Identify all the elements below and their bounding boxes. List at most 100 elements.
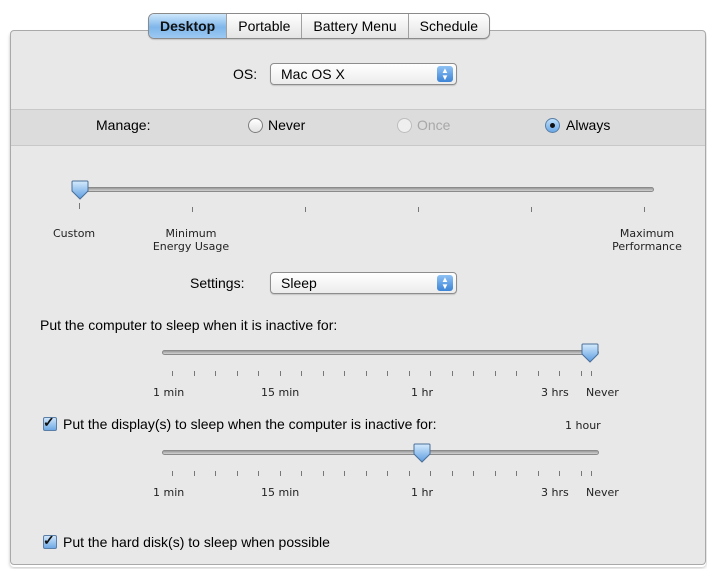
- slider-tick: [237, 371, 238, 376]
- slider-tick: [194, 471, 195, 476]
- radio-never[interactable]: [248, 118, 263, 133]
- radio-once: [397, 118, 412, 133]
- slider-label-minimum: Minimum Energy Usage: [139, 227, 243, 253]
- slider-tick: [387, 471, 388, 476]
- slider-tick: [301, 471, 302, 476]
- slider-tick: [194, 371, 195, 376]
- settings-label: Settings:: [190, 275, 245, 291]
- slider-tick: [323, 371, 324, 376]
- slider-tick: [452, 371, 453, 376]
- ds-tick-1min: 1 min: [153, 486, 185, 499]
- slider-tick: [418, 207, 419, 212]
- slider-tick: [366, 371, 367, 376]
- slider-tick: [516, 371, 517, 376]
- slider-label-maximum: Maximum Performance: [597, 227, 697, 253]
- slider-tick: [495, 471, 496, 476]
- cs-tick-never: Never: [586, 386, 619, 399]
- os-popup-value: Mac OS X: [281, 66, 345, 82]
- settings-popup-value: Sleep: [281, 275, 317, 291]
- slider-tick: [538, 471, 539, 476]
- tab-portable[interactable]: Portable: [226, 14, 301, 38]
- checkmark-icon: ✓: [43, 532, 55, 548]
- energy-slider-thumb[interactable]: [71, 180, 89, 200]
- disk-sleep-label[interactable]: Put the hard disk(s) to sleep when possi…: [63, 534, 330, 550]
- ds-tick-never: Never: [586, 486, 619, 499]
- slider-tick: [172, 471, 173, 476]
- popup-arrows-icon: ▲ ▼: [437, 275, 453, 291]
- slider-tick: [581, 371, 582, 376]
- slider-tick: [215, 371, 216, 376]
- display-sleep-value: 1 hour: [565, 419, 601, 432]
- slider-tick: [516, 471, 517, 476]
- os-popup[interactable]: Mac OS X ▲ ▼: [270, 63, 457, 85]
- slider-tick: [215, 471, 216, 476]
- ds-tick-1hr: 1 hr: [411, 486, 433, 499]
- slider-tick: [79, 203, 80, 209]
- slider-tick: [581, 471, 582, 476]
- slider-tick: [591, 371, 592, 376]
- radio-always-label[interactable]: Always: [566, 117, 610, 133]
- slider-tick: [323, 471, 324, 476]
- slider-tick: [192, 207, 193, 212]
- slider-tick: [538, 371, 539, 376]
- computer-sleep-thumb[interactable]: [581, 343, 599, 363]
- cs-tick-3hrs: 3 hrs: [541, 386, 569, 399]
- maximum-line2: Performance: [612, 240, 682, 253]
- slider-tick: [559, 371, 560, 376]
- computer-sleep-label: Put the computer to sleep when it is ina…: [40, 317, 338, 333]
- slider-tick: [305, 207, 306, 212]
- tab-bar: Desktop Portable Battery Menu Schedule: [148, 13, 491, 39]
- cs-tick-1min: 1 min: [153, 386, 185, 399]
- radio-selected-dot: [550, 123, 555, 128]
- manage-label: Manage:: [96, 117, 151, 133]
- slider-tick: [495, 371, 496, 376]
- tab-schedule[interactable]: Schedule: [407, 14, 489, 38]
- display-sleep-track[interactable]: [162, 450, 599, 455]
- radio-once-label: Once: [417, 117, 451, 133]
- slider-tick: [644, 207, 645, 212]
- computer-sleep-track[interactable]: [162, 350, 599, 355]
- ds-tick-3hrs: 3 hrs: [541, 486, 569, 499]
- slider-tick: [473, 471, 474, 476]
- slider-tick: [559, 471, 560, 476]
- slider-tick: [430, 371, 431, 376]
- slider-tick: [591, 471, 592, 476]
- checkmark-icon: ✓: [43, 414, 55, 430]
- cs-tick-15min: 15 min: [261, 386, 300, 399]
- maximum-line1: Maximum: [619, 227, 675, 240]
- slider-tick: [344, 471, 345, 476]
- slider-tick: [258, 371, 259, 376]
- radio-never-label[interactable]: Never: [268, 117, 305, 133]
- slider-tick: [531, 207, 532, 212]
- slider-tick: [237, 471, 238, 476]
- slider-label-custom: Custom: [53, 227, 96, 240]
- disk-sleep-checkbox[interactable]: ✓: [43, 532, 57, 549]
- slider-tick: [452, 471, 453, 476]
- slider-tick: [366, 471, 367, 476]
- os-label: OS:: [233, 66, 258, 82]
- tab-desktop[interactable]: Desktop: [149, 14, 227, 38]
- slider-tick: [258, 471, 259, 476]
- minimum-line1: Minimum: [165, 227, 217, 240]
- display-sleep-label[interactable]: Put the display(s) to sleep when the com…: [63, 416, 437, 432]
- slider-tick: [409, 471, 410, 476]
- slider-tick: [430, 471, 431, 476]
- popup-arrows-icon: ▲ ▼: [437, 66, 453, 82]
- slider-tick: [387, 371, 388, 376]
- radio-always[interactable]: [545, 118, 560, 133]
- minimum-line2: Energy Usage: [152, 240, 230, 253]
- slider-tick: [280, 471, 281, 476]
- energy-slider-track[interactable]: [74, 187, 654, 192]
- slider-tick: [280, 371, 281, 376]
- slider-tick: [301, 371, 302, 376]
- slider-tick: [473, 371, 474, 376]
- tab-battery-menu[interactable]: Battery Menu: [301, 14, 407, 38]
- slider-tick: [172, 371, 173, 376]
- slider-tick: [409, 371, 410, 376]
- display-sleep-thumb[interactable]: [413, 443, 431, 463]
- cs-tick-1hr: 1 hr: [411, 386, 433, 399]
- slider-tick: [344, 371, 345, 376]
- display-sleep-checkbox[interactable]: ✓: [43, 414, 57, 431]
- settings-popup[interactable]: Sleep ▲ ▼: [270, 272, 457, 294]
- ds-tick-15min: 15 min: [261, 486, 300, 499]
